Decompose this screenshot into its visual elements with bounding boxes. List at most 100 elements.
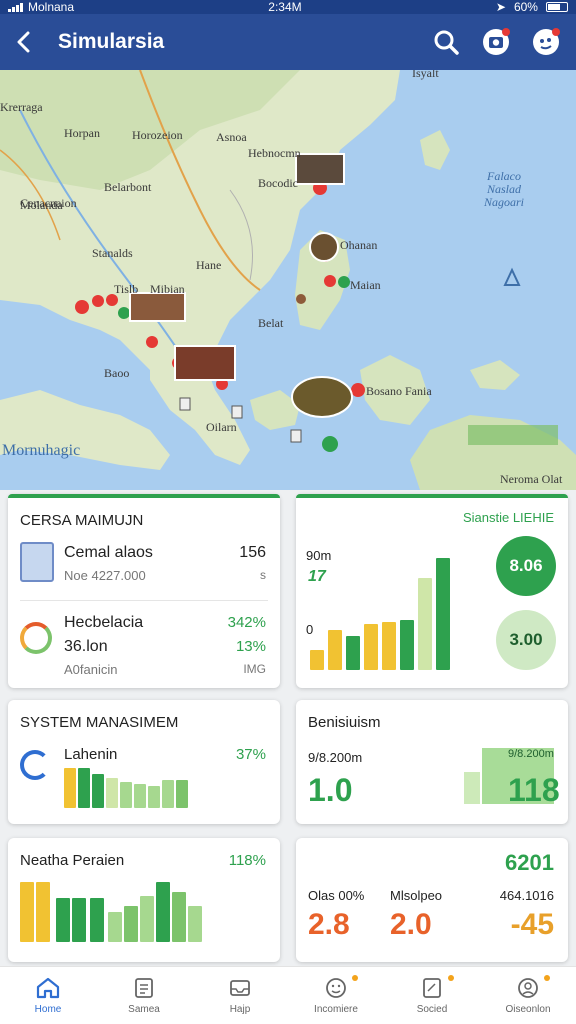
nav-oiseonlon[interactable]: Oiseonlon [480, 967, 576, 1024]
chart-bar [156, 882, 170, 942]
map-label: Mornuhagic [2, 442, 81, 459]
nav-label: Socied [416, 1004, 448, 1015]
map-label: Asnoa [216, 130, 247, 144]
chat-icon[interactable] [532, 28, 560, 56]
nav-home[interactable]: Home [0, 967, 96, 1024]
card-title: Benisiuism [308, 714, 381, 731]
chart-bar [364, 624, 378, 670]
chart-bar [172, 892, 186, 942]
nav-label: Hajp [229, 1004, 251, 1015]
card-accent [8, 494, 280, 498]
thumbnail-icon [20, 542, 54, 582]
row-label-2: 36.lon [64, 638, 108, 655]
chart-bar [78, 768, 90, 808]
benefits-card[interactable]: Benisiuism 9/8.200m 1.0 9/8.200m 118 [296, 700, 568, 824]
row-sub: Noe 4227.000 [64, 568, 146, 583]
bar-chart [20, 882, 210, 942]
chart-bar [148, 786, 160, 808]
row-value-sub: s [260, 568, 266, 582]
map-view[interactable]: Isyalt Krerraga Horpan Molanda Horozeion… [0, 70, 576, 490]
map-label: Mibian [150, 282, 185, 296]
chart-bar [188, 906, 202, 942]
chart-bar [162, 780, 174, 808]
signal-icon [8, 2, 23, 12]
notification-dot [448, 975, 454, 981]
row-value: 37% [235, 746, 266, 763]
bar-chart [64, 766, 204, 808]
row-sub: A0fanicin [64, 662, 118, 677]
app-bar: Simularsia [0, 14, 576, 70]
chart-bar [64, 768, 76, 808]
chart-bar [400, 620, 414, 670]
chart-bar [124, 906, 138, 942]
bottom-navigation: Home Samea Hajp Incomiere Socied Oiseonl… [0, 966, 576, 1024]
home-icon [36, 977, 60, 999]
chart-bar [56, 898, 70, 942]
stat-badge: 8.06 [496, 536, 556, 596]
chart-bar [106, 778, 118, 808]
notification-dot [352, 975, 358, 981]
clock: 2:34M [268, 0, 302, 14]
card-accent [296, 494, 568, 498]
tablet-icon [423, 978, 441, 998]
row-label: Hecbelacia [64, 614, 144, 631]
app-bar-actions [432, 28, 566, 56]
chart-bar [20, 882, 34, 942]
statistics-card[interactable]: Sianstie LIEHIE 90m 17 0 8.06 3.00 [296, 494, 568, 688]
row-value: 342% [227, 614, 266, 631]
metric-label: Olas 00% [308, 888, 365, 903]
battery-icon [545, 2, 568, 12]
nav-socied[interactable]: Socied [384, 967, 480, 1024]
nav-hajp[interactable]: Hajp [192, 967, 288, 1024]
chart-bar [310, 650, 324, 670]
stat-sub: 9/8.200m [308, 750, 363, 765]
map-label: Isyalt [412, 70, 439, 80]
location-icon: ➤ [495, 0, 506, 14]
chart-bar [134, 784, 146, 808]
back-arrow-icon[interactable] [10, 28, 38, 56]
chart-bar [328, 630, 342, 670]
search-icon[interactable] [432, 28, 460, 56]
row-label: Lahenin [64, 746, 118, 763]
stat-value: 1.0 [308, 772, 353, 808]
notification-dot [502, 28, 510, 36]
camera-icon[interactable] [482, 28, 510, 56]
notification-dot [552, 28, 560, 36]
card-title: Sianstie LIEHIE [462, 510, 554, 525]
metric-value: 2.0 [390, 908, 432, 941]
divider [20, 600, 268, 601]
nav-samea[interactable]: Samea [96, 967, 192, 1024]
map-label: Krerraga [0, 100, 43, 114]
card-title: SYSTEM MANASIMEM [20, 714, 179, 731]
chart-bar [436, 558, 450, 670]
map-label: Hebnocmn [248, 146, 301, 160]
summary-card[interactable]: CERSA MAIMUJN Cemal alaos Noe 4227.000 1… [8, 494, 280, 688]
metrics-card[interactable]: 6201 Olas 00% 2.8 Mlsolpeo 2.0 464.1016 … [296, 838, 568, 962]
chart-bar [72, 898, 86, 942]
map-label: Baoo [104, 366, 130, 380]
chart-bar [90, 898, 104, 942]
status-bar: Molnana 2:34M ➤ 60% [0, 0, 576, 14]
neatha-card[interactable]: Neatha Peraien 118% [8, 838, 280, 962]
card-title: Neatha Peraien [20, 852, 125, 869]
map-label: Bosano Fania [366, 384, 432, 398]
nav-incomiere[interactable]: Incomiere [288, 967, 384, 1024]
bar-label: 9/8.200m [508, 748, 554, 760]
chart-bar [140, 896, 154, 942]
stat-value: 118 [508, 772, 560, 808]
map-label: Maian [350, 278, 381, 292]
chart-bar [346, 636, 360, 670]
metric-label: Mlsolpeo [390, 888, 443, 903]
map-label: Belat [258, 316, 284, 330]
chart-bar [464, 772, 480, 804]
sea-label: Falaco Naslad Nagoari [483, 169, 524, 209]
map-label: Hane [196, 258, 222, 272]
page-title: Simularsia [58, 30, 165, 53]
metric-value: -45 [510, 908, 554, 941]
document-icon [135, 978, 153, 998]
map-label: Horpan [64, 126, 100, 140]
nav-label: Incomiere [314, 1004, 358, 1015]
system-management-card[interactable]: SYSTEM MANASIMEM Lahenin 37% [8, 700, 280, 824]
inbox-icon [230, 980, 250, 996]
chart-bar [382, 622, 396, 670]
